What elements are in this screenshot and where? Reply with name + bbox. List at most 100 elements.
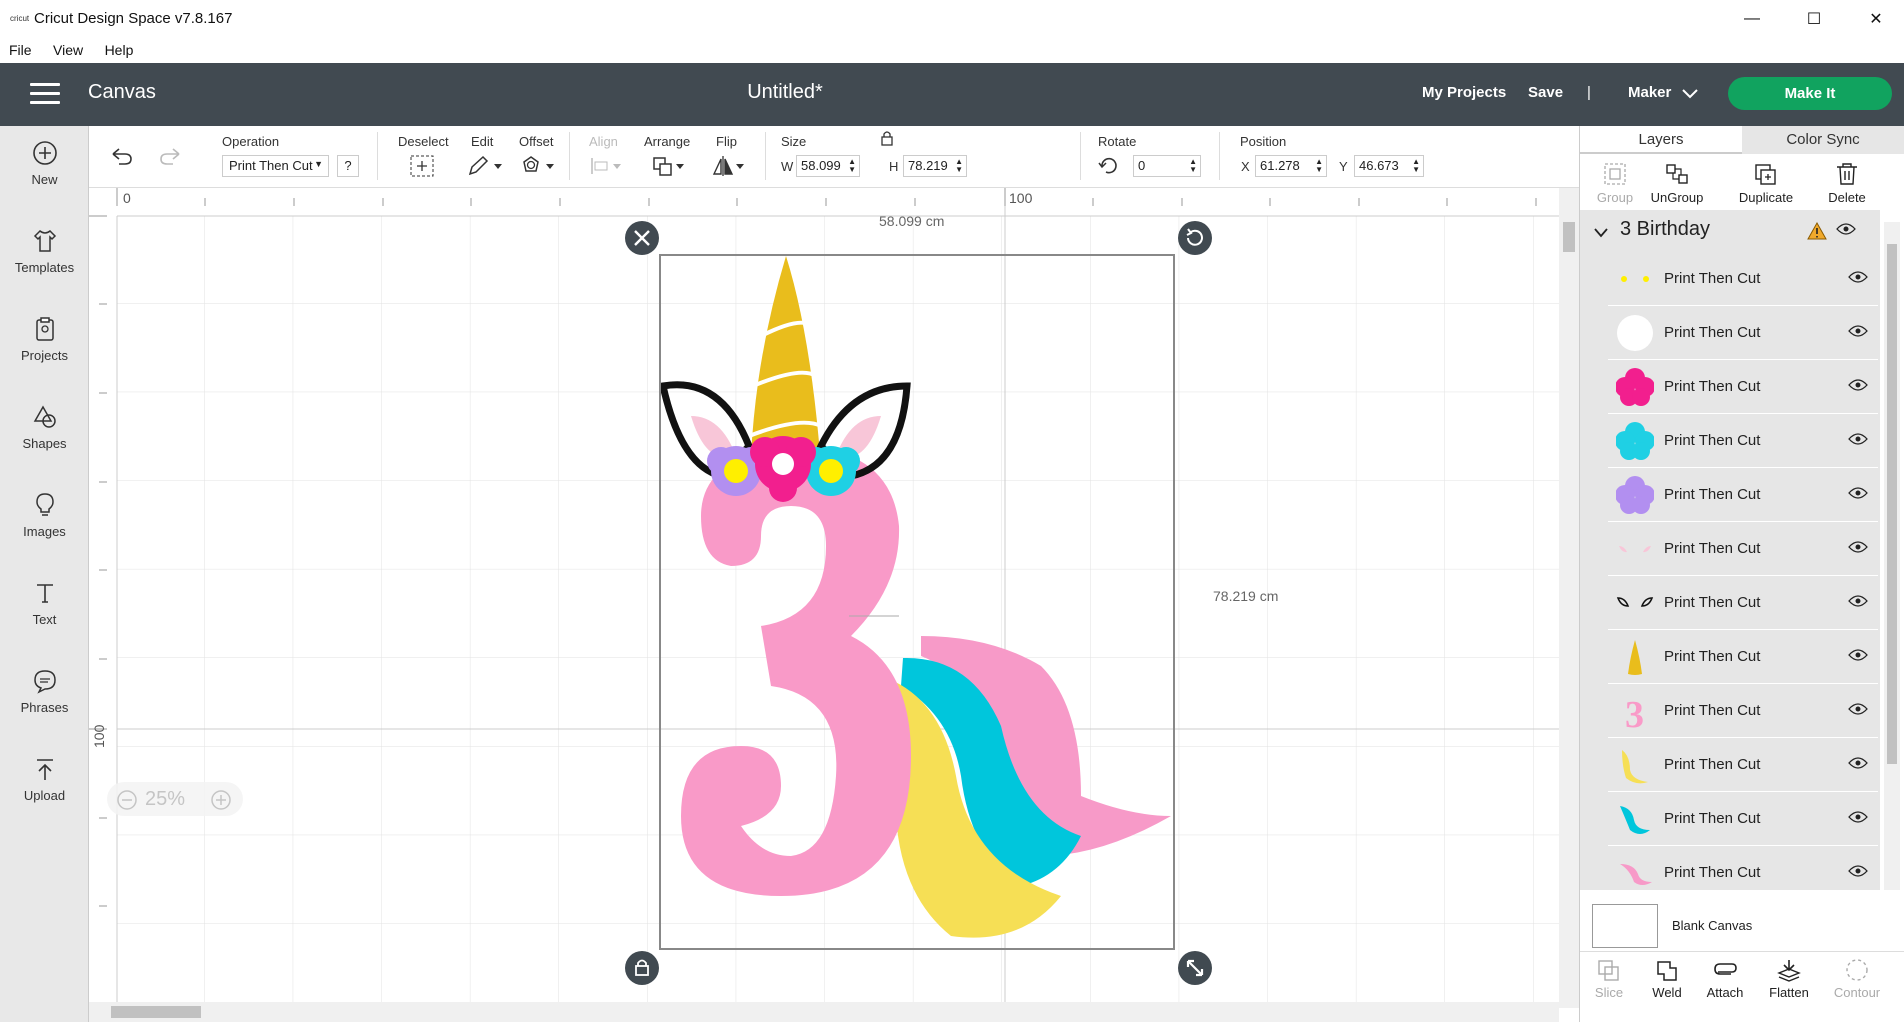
lock-icon[interactable]: [880, 130, 894, 146]
eye-icon[interactable]: [1848, 702, 1868, 716]
nav-upload[interactable]: Upload: [0, 756, 89, 803]
chevron-down-icon[interactable]: [1682, 89, 1698, 99]
layers-scrollbar[interactable]: [1884, 222, 1900, 890]
maximize-button[interactable]: ☐: [1786, 4, 1842, 34]
nav-images[interactable]: Images: [0, 492, 89, 539]
layer-row[interactable]: 3 Print Then Cut: [1608, 684, 1878, 738]
duplicate-button[interactable]: Duplicate: [1726, 162, 1806, 205]
save-button[interactable]: Save: [1528, 84, 1563, 101]
slice-button[interactable]: Slice: [1576, 958, 1642, 1000]
edit-pencil-icon[interactable]: [467, 154, 503, 178]
tab-layers[interactable]: Layers: [1580, 126, 1742, 154]
minimize-button[interactable]: —: [1724, 4, 1780, 34]
flip-icon[interactable]: [711, 154, 747, 178]
x-position-input[interactable]: 61.278 ▲ ▼: [1255, 155, 1327, 177]
nav-new[interactable]: New: [0, 140, 89, 187]
eye-icon[interactable]: [1848, 324, 1868, 338]
resize-handle-icon[interactable]: [1177, 950, 1213, 986]
eye-icon[interactable]: [1848, 270, 1868, 284]
contour-button[interactable]: Contour: [1824, 958, 1890, 1000]
group-name[interactable]: 3 Birthday: [1620, 218, 1710, 241]
spinner-icon[interactable]: ▲ ▼: [1412, 158, 1420, 174]
y-position-input[interactable]: 46.673 ▲ ▼: [1354, 155, 1424, 177]
menu-view[interactable]: View: [44, 38, 91, 58]
attach-label: Attach: [1706, 985, 1744, 1000]
collapse-chevron-icon[interactable]: [1594, 228, 1608, 238]
nav-shapes[interactable]: Shapes: [0, 404, 89, 451]
eye-icon[interactable]: [1848, 756, 1868, 770]
undo-icon[interactable]: [109, 146, 135, 166]
delete-handle-icon[interactable]: [624, 220, 660, 256]
weld-button[interactable]: Weld: [1634, 958, 1700, 1000]
redo-icon[interactable]: [157, 146, 183, 166]
eye-icon[interactable]: [1848, 594, 1868, 608]
deselect-icon[interactable]: [409, 154, 435, 178]
eye-icon[interactable]: [1848, 378, 1868, 392]
weld-icon: [1657, 961, 1677, 981]
design-canvas[interactable]: 0 100 100 58.099 cm 78.219 cm 25%: [89, 188, 1579, 1022]
horizontal-scroll-thumb[interactable]: [111, 1006, 201, 1018]
operation-select[interactable]: Print Then Cut ▼: [222, 155, 329, 177]
align-icon[interactable]: [589, 156, 623, 176]
zoom-in-icon[interactable]: [211, 790, 231, 810]
layer-row[interactable]: Print Then Cut: [1608, 792, 1878, 846]
layer-row[interactable]: Print Then Cut: [1608, 846, 1878, 900]
lock-handle-icon[interactable]: [624, 950, 660, 986]
eye-icon[interactable]: [1848, 810, 1868, 824]
menu-file[interactable]: File: [0, 38, 40, 58]
document-title[interactable]: Untitled*: [0, 81, 1570, 104]
attach-button[interactable]: Attach: [1692, 958, 1758, 1000]
nav-phrases[interactable]: Phrases: [0, 668, 89, 715]
layer-row[interactable]: Print Then Cut: [1608, 522, 1878, 576]
machine-select[interactable]: Maker: [1628, 84, 1671, 101]
spinner-icon[interactable]: ▲ ▼: [848, 158, 856, 174]
blank-canvas-swatch[interactable]: [1592, 904, 1658, 948]
nav-projects[interactable]: Projects: [0, 316, 89, 363]
zoom-out-icon[interactable]: [117, 790, 137, 810]
rotate-input[interactable]: 0 ▲ ▼: [1133, 155, 1201, 177]
spinner-icon[interactable]: ▲ ▼: [955, 158, 963, 174]
ungroup-button[interactable]: UnGroup: [1637, 162, 1717, 205]
vertical-scrollbar[interactable]: [1559, 188, 1579, 1008]
menu-help[interactable]: Help: [96, 38, 142, 58]
layer-row[interactable]: Print Then Cut: [1608, 414, 1878, 468]
nav-text[interactable]: Text: [0, 580, 89, 627]
eye-icon[interactable]: [1848, 864, 1868, 878]
eye-icon[interactable]: [1848, 648, 1868, 662]
nav-templates[interactable]: Templates: [0, 228, 89, 275]
height-input[interactable]: 78.219 ▲ ▼: [903, 155, 967, 177]
layer-row[interactable]: Print Then Cut: [1608, 576, 1878, 630]
eye-icon[interactable]: [1848, 432, 1868, 446]
arrange-icon[interactable]: [651, 155, 687, 177]
spinner-icon[interactable]: ▲ ▼: [1315, 158, 1323, 174]
eye-icon[interactable]: [1848, 486, 1868, 500]
rotate-icon[interactable]: [1098, 155, 1120, 177]
unicorn-3-artwork[interactable]: [661, 256, 1173, 948]
spinner-icon[interactable]: ▲ ▼: [1189, 158, 1197, 174]
layer-row[interactable]: Print Then Cut: [1608, 630, 1878, 684]
offset-icon[interactable]: [519, 154, 555, 178]
width-input[interactable]: 58.099 ▲ ▼: [796, 155, 860, 177]
layer-row[interactable]: Print Then Cut: [1608, 468, 1878, 522]
tab-color-sync[interactable]: Color Sync: [1742, 126, 1904, 154]
make-it-button[interactable]: Make It: [1728, 77, 1892, 110]
flatten-button[interactable]: Flatten: [1756, 958, 1822, 1000]
warning-icon[interactable]: [1807, 222, 1827, 240]
layers-scroll-thumb[interactable]: [1887, 244, 1897, 764]
vertical-scroll-thumb[interactable]: [1563, 222, 1575, 252]
eye-icon[interactable]: [1836, 222, 1856, 236]
layer-row[interactable]: Print Then Cut: [1608, 360, 1878, 414]
rotate-handle-icon[interactable]: [1177, 220, 1213, 256]
eye-icon[interactable]: [1848, 540, 1868, 554]
layer-row[interactable]: Print Then Cut: [1608, 252, 1878, 306]
operation-help-button[interactable]: ?: [337, 155, 359, 177]
layer-row[interactable]: Print Then Cut: [1608, 738, 1878, 792]
my-projects-link[interactable]: My Projects: [1422, 84, 1506, 101]
horizontal-scrollbar[interactable]: [89, 1002, 1559, 1022]
delete-button[interactable]: Delete: [1807, 162, 1887, 205]
close-window-button[interactable]: ✕: [1848, 4, 1904, 34]
layer-row[interactable]: Print Then Cut: [1608, 306, 1878, 360]
slice-icon: [1598, 960, 1619, 981]
duplicate-icon: [1755, 164, 1776, 185]
nav-upload-label: Upload: [23, 788, 66, 803]
